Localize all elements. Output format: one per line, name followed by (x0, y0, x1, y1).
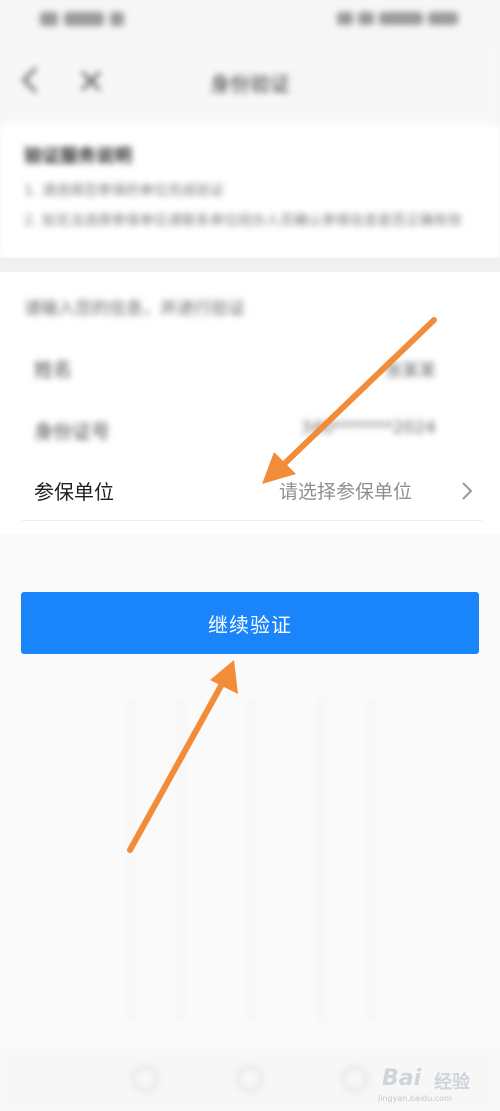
form-hint: 请输入您的信息，并进行验证 (24, 299, 245, 319)
nav-recent-icon[interactable] (342, 1066, 368, 1092)
nav-back-icon[interactable] (132, 1066, 158, 1092)
verification-form: 请输入您的信息，并进行验证 姓名 张某某 身份证号 340*******2024… (0, 272, 500, 534)
id-number-value: 340*******2024 (300, 418, 436, 438)
insured-unit-label: 参保单位 (34, 480, 114, 504)
id-number-row: 身份证号 340*******2024 (0, 396, 500, 460)
tips-line-1: 1. 请选择您参保的单位完成验证 (24, 183, 224, 199)
back-arrow-icon[interactable] (16, 62, 46, 98)
tips-line-2: 2. 如无法选择参保单位请联系单位经办人员确认参保信息是否正确有效 (24, 213, 462, 229)
name-label: 姓名 (34, 359, 73, 381)
page-title: 身份验证 (210, 72, 290, 96)
watermark-url: jingyan.baidu.com (378, 1094, 452, 1103)
section-gap (0, 258, 500, 272)
nav-bar: 身份验证 (0, 40, 500, 124)
insured-unit-selector[interactable]: 参保单位 请选择参保单位 (0, 458, 500, 522)
insured-unit-placeholder: 请选择参保单位 (278, 481, 412, 503)
watermark-brand: Bai (382, 1066, 422, 1091)
row-divider (22, 520, 482, 521)
name-value: 张某某 (385, 361, 436, 381)
status-right-icons (320, 8, 458, 25)
close-icon[interactable] (74, 64, 108, 98)
name-row: 姓名 张某某 (0, 334, 500, 398)
watermark-cn: 经验 (434, 1072, 470, 1093)
tips-title: 验证服务说明 (24, 146, 132, 167)
baidu-jingyan-watermark: Bai 经验 jingyan.baidu.com (372, 1058, 492, 1106)
chevron-right-icon (462, 482, 473, 500)
continue-verify-button[interactable]: 继续验证 (21, 592, 479, 654)
tips-section: 验证服务说明 1. 请选择您参保的单位完成验证 2. 如无法选择参保单位请联系单… (0, 124, 500, 258)
status-left-icons (40, 8, 136, 26)
background-texture (110, 700, 390, 1020)
nav-home-icon[interactable] (237, 1066, 263, 1092)
status-bar (0, 0, 500, 40)
id-number-label: 身份证号 (34, 421, 111, 443)
